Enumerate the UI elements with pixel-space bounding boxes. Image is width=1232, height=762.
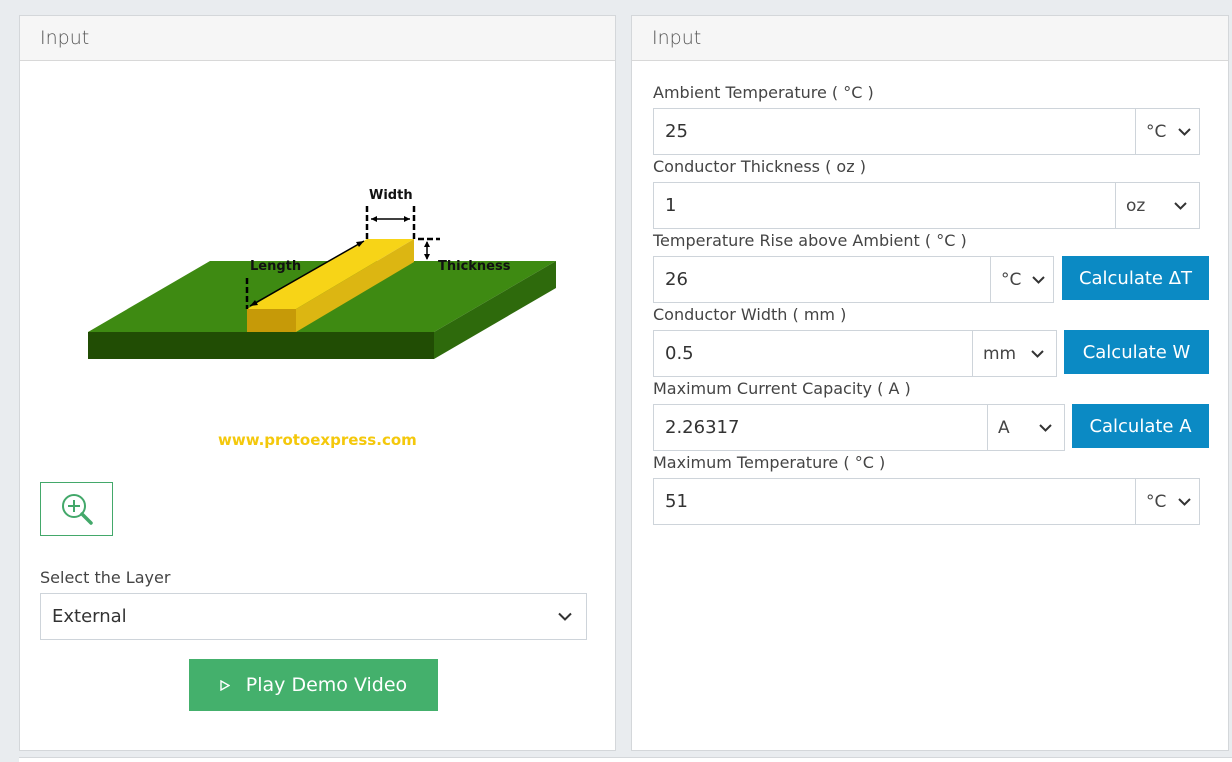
input-panel-left: Input Width Length Thickness www.protoex…: [19, 15, 616, 751]
unit-label: A: [998, 417, 1010, 438]
chevron-down-icon: [1174, 201, 1187, 210]
chevron-down-icon: [1178, 127, 1191, 136]
panel-header: Input: [632, 16, 1228, 61]
unit-label: oz: [1126, 195, 1146, 216]
maximum-current-input[interactable]: 2.26317: [653, 404, 988, 451]
maximum-temperature-input[interactable]: 51: [653, 478, 1136, 525]
width-label: Width: [369, 188, 413, 203]
website-label: www.protoexpress.com: [218, 431, 417, 449]
trace-front: [247, 309, 296, 332]
conductor-thickness-unit-select[interactable]: oz: [1116, 182, 1200, 229]
maximum-current-unit-select[interactable]: A: [988, 404, 1065, 451]
maximum-temperature-label: Maximum Temperature ( °C ): [653, 453, 886, 472]
unit-label: mm: [983, 343, 1017, 364]
play-icon: [220, 679, 230, 691]
layer-select[interactable]: External: [40, 593, 587, 640]
panel-header: Input: [20, 16, 615, 61]
board-front: [88, 332, 434, 359]
unit-label: °C: [1001, 269, 1022, 290]
chevron-down-icon: [558, 612, 572, 621]
temperature-rise-label: Temperature Rise above Ambient ( °C ): [653, 231, 967, 250]
calculate-delta-t-button[interactable]: Calculate ΔT: [1062, 256, 1209, 300]
length-label: Length: [250, 259, 301, 274]
maximum-current-label: Maximum Current Capacity ( A ): [653, 379, 911, 398]
chevron-down-icon: [1039, 423, 1052, 432]
input-panel-right: Input Ambient Temperature ( °C ) 25 °C C…: [631, 15, 1229, 751]
maximum-temperature-unit-select[interactable]: °C: [1136, 478, 1200, 525]
chevron-down-icon: [1032, 275, 1045, 284]
pcb-trace-diagram: Width Length Thickness www.protoexpress.…: [88, 188, 556, 449]
calculate-current-button[interactable]: Calculate A: [1072, 404, 1209, 448]
unit-label: °C: [1146, 491, 1167, 512]
unit-label: °C: [1146, 121, 1167, 142]
conductor-width-input[interactable]: 0.5: [653, 330, 973, 377]
chevron-down-icon: [1178, 497, 1191, 506]
conductor-width-unit-select[interactable]: mm: [973, 330, 1057, 377]
chevron-down-icon: [1031, 349, 1044, 358]
temperature-rise-unit-select[interactable]: °C: [991, 256, 1054, 303]
ambient-temperature-label: Ambient Temperature ( °C ): [653, 83, 874, 102]
ambient-temperature-unit-select[interactable]: °C: [1136, 108, 1200, 155]
layer-label: Select the Layer: [40, 568, 171, 587]
next-panel-edge: [19, 757, 1232, 762]
calculate-width-button[interactable]: Calculate W: [1064, 330, 1209, 374]
zoom-in-icon: [61, 494, 93, 525]
play-demo-video-label: Play Demo Video: [245, 674, 408, 696]
temperature-rise-input[interactable]: 26: [653, 256, 991, 303]
conductor-width-label: Conductor Width ( mm ): [653, 305, 847, 324]
zoom-button[interactable]: [40, 482, 113, 536]
conductor-thickness-input[interactable]: 1: [653, 182, 1116, 229]
ambient-temperature-input[interactable]: 25: [653, 108, 1136, 155]
play-demo-video-button[interactable]: Play Demo Video: [189, 659, 438, 711]
layer-select-value: External: [52, 606, 127, 627]
conductor-thickness-label: Conductor Thickness ( oz ): [653, 157, 866, 176]
thickness-label: Thickness: [438, 259, 511, 274]
